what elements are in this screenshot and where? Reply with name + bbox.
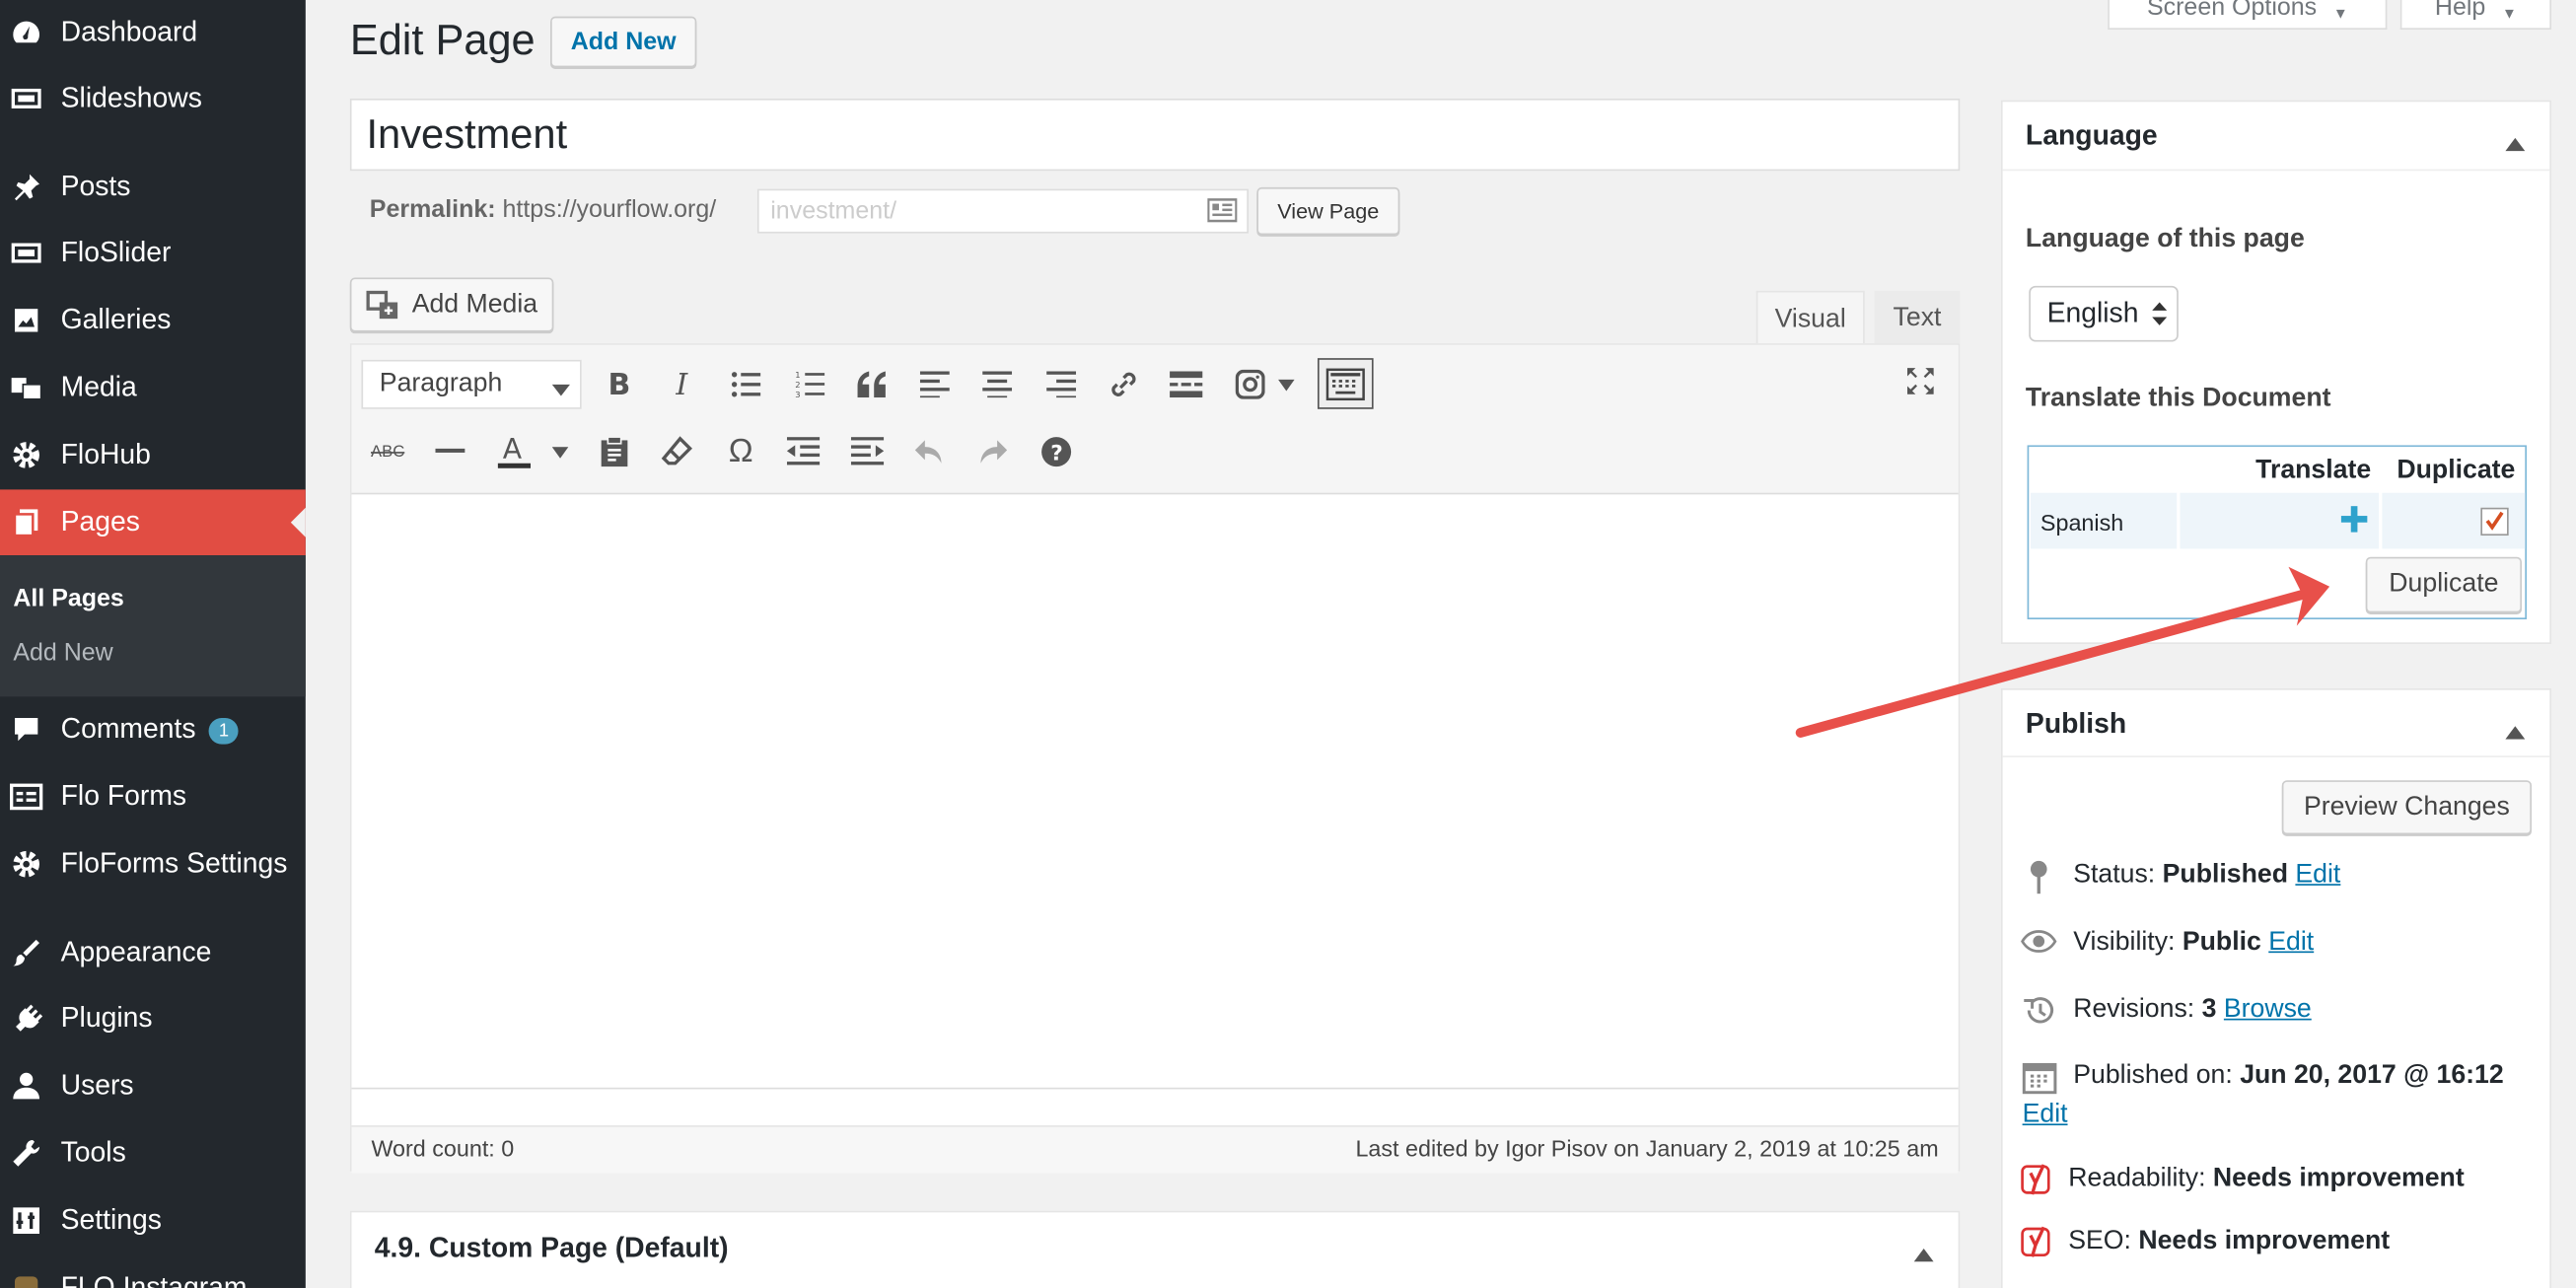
annotation-arrow	[1795, 566, 2330, 738]
